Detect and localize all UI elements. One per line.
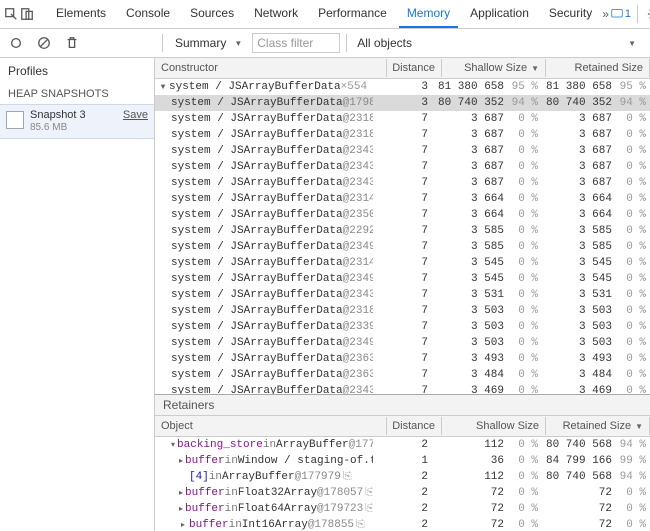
- table-row[interactable]: system / JSArrayBufferData @23439173 531…: [155, 287, 650, 303]
- col-distance[interactable]: Distance: [387, 59, 442, 77]
- chevron-down-icon: ▼: [531, 64, 539, 73]
- retainer-row[interactable]: [4] in ArrayBuffer @177979 ⎘21120 %80 74…: [155, 469, 650, 485]
- table-row[interactable]: system / JSArrayBufferData @22922573 585…: [155, 223, 650, 239]
- retainers-header: Object Distance Shallow Size Retained Si…: [155, 416, 650, 437]
- messages-badge[interactable]: 1: [611, 8, 631, 20]
- table-row[interactable]: system / JSArrayBufferData @23630573 484…: [155, 367, 650, 383]
- heap-content: Constructor Distance Shallow Size▼ Retai…: [155, 58, 650, 531]
- col-constructor[interactable]: Constructor: [155, 59, 387, 77]
- table-row[interactable]: system / JSArrayBufferData @23391373 503…: [155, 319, 650, 335]
- table-row[interactable]: system / JSArrayBufferData @23439773 469…: [155, 383, 650, 394]
- snapshot-size: 85.6 MB: [30, 122, 117, 134]
- profiles-sidebar: Profiles HEAP SNAPSHOTS Snapshot 3 85.6 …: [0, 58, 155, 531]
- trash-icon[interactable]: [62, 33, 82, 53]
- tab-security[interactable]: Security: [541, 0, 600, 28]
- tab-elements[interactable]: Elements: [48, 0, 114, 28]
- devtools-topbar: ElementsConsoleSourcesNetworkPerformance…: [0, 0, 650, 29]
- col-shallow-size[interactable]: Shallow Size: [442, 417, 546, 435]
- tab-performance[interactable]: Performance: [310, 0, 395, 28]
- main-area: Profiles HEAP SNAPSHOTS Snapshot 3 85.6 …: [0, 58, 650, 531]
- col-retained-size[interactable]: Retained Size▼: [546, 417, 650, 435]
- chevron-down-icon: ▼: [234, 39, 242, 48]
- chevron-down-icon[interactable]: ▼: [628, 39, 636, 48]
- tab-memory[interactable]: Memory: [399, 0, 458, 28]
- table-row[interactable]: system / JSArrayBufferData @23637773 493…: [155, 351, 650, 367]
- table-row[interactable]: system / JSArrayBufferData @23501773 664…: [155, 207, 650, 223]
- save-link[interactable]: Save: [123, 109, 148, 121]
- table-row[interactable]: ▼system / JSArrayBufferData ×554381 380 …: [155, 79, 650, 95]
- table-row[interactable]: system / JSArrayBufferData @23434373 687…: [155, 159, 650, 175]
- retainer-row[interactable]: ▸buffer in Float32Array @178057 ⎘2720 %7…: [155, 485, 650, 501]
- constructors-rows[interactable]: ▼system / JSArrayBufferData ×554381 380 …: [155, 79, 650, 394]
- separator: [346, 34, 347, 52]
- gear-icon[interactable]: [644, 4, 650, 24]
- messages-count: 1: [625, 8, 631, 20]
- separator: [637, 5, 638, 23]
- clear-icon[interactable]: [34, 33, 54, 53]
- heap-snapshots-section: HEAP SNAPSHOTS: [0, 84, 154, 104]
- view-select-label: Summary: [175, 36, 226, 50]
- objects-filter-select[interactable]: All objects: [353, 34, 416, 52]
- table-row[interactable]: system / JSArrayBufferData @23433573 687…: [155, 143, 650, 159]
- table-row[interactable]: system / JSArrayBufferData @23494173 503…: [155, 335, 650, 351]
- table-row[interactable]: system / JSArrayBufferData @23494373 545…: [155, 271, 650, 287]
- class-filter-input[interactable]: Class filter: [252, 33, 340, 53]
- col-distance[interactable]: Distance: [387, 417, 442, 435]
- col-object[interactable]: Object: [155, 417, 387, 435]
- chevron-down-icon: ▼: [635, 422, 643, 431]
- record-icon[interactable]: [6, 33, 26, 53]
- inspect-icon[interactable]: [4, 4, 18, 24]
- col-retained-size[interactable]: Retained Size: [546, 59, 650, 77]
- col-shallow-size[interactable]: Shallow Size▼: [442, 59, 546, 77]
- table-row[interactable]: system / JSArrayBufferData @23437573 687…: [155, 175, 650, 191]
- profiles-title: Profiles: [0, 58, 154, 84]
- device-toggle-icon[interactable]: [20, 4, 34, 24]
- retainers-panel: Retainers Object Distance Shallow Size R…: [155, 394, 650, 531]
- retainers-title: Retainers: [155, 395, 650, 416]
- topbar-right: 1 ⋮: [611, 4, 650, 24]
- retainer-row[interactable]: ▸buffer in Window / staging-of.test.plat…: [155, 453, 650, 469]
- table-row[interactable]: system / JSArrayBufferData @23497573 585…: [155, 239, 650, 255]
- tab-application[interactable]: Application: [462, 0, 537, 28]
- panel-tabs: ElementsConsoleSourcesNetworkPerformance…: [48, 0, 600, 28]
- table-row[interactable]: system / JSArrayBufferData @179811380 74…: [155, 95, 650, 111]
- constructors-header: Constructor Distance Shallow Size▼ Retai…: [155, 58, 650, 79]
- objects-filter-label: All objects: [357, 36, 412, 50]
- table-row[interactable]: system / JSArrayBufferData @23147973 664…: [155, 191, 650, 207]
- tab-console[interactable]: Console: [118, 0, 178, 28]
- snapshot-item[interactable]: Snapshot 3 85.6 MB Save: [0, 104, 154, 139]
- view-select[interactable]: Summary ▼: [171, 34, 246, 52]
- retainers-rows[interactable]: ▾backing_store in ArrayBuffer @177979 ⎘2…: [155, 437, 650, 531]
- snapshot-icon: [6, 111, 24, 129]
- retainer-row[interactable]: ▸buffer in Int16Array @178855 ⎘2720 %720…: [155, 517, 650, 531]
- snapshot-name: Snapshot 3: [30, 109, 117, 122]
- tab-sources[interactable]: Sources: [182, 0, 242, 28]
- table-row[interactable]: system / JSArrayBufferData @23182373 687…: [155, 111, 650, 127]
- retainer-row[interactable]: ▸buffer in Float64Array @179723 ⎘2720 %7…: [155, 501, 650, 517]
- table-row[interactable]: system / JSArrayBufferData @23144773 545…: [155, 255, 650, 271]
- table-row[interactable]: system / JSArrayBufferData @23183373 503…: [155, 303, 650, 319]
- tab-network[interactable]: Network: [246, 0, 306, 28]
- memory-toolbar: Summary ▼ Class filter All objects ▼: [0, 29, 650, 58]
- snapshot-text: Snapshot 3 85.6 MB: [30, 109, 117, 134]
- table-row[interactable]: system / JSArrayBufferData @23184973 687…: [155, 127, 650, 143]
- more-tabs-icon[interactable]: »: [602, 4, 609, 24]
- retainer-row[interactable]: ▾backing_store in ArrayBuffer @177979 ⎘2…: [155, 437, 650, 453]
- separator: [162, 34, 163, 52]
